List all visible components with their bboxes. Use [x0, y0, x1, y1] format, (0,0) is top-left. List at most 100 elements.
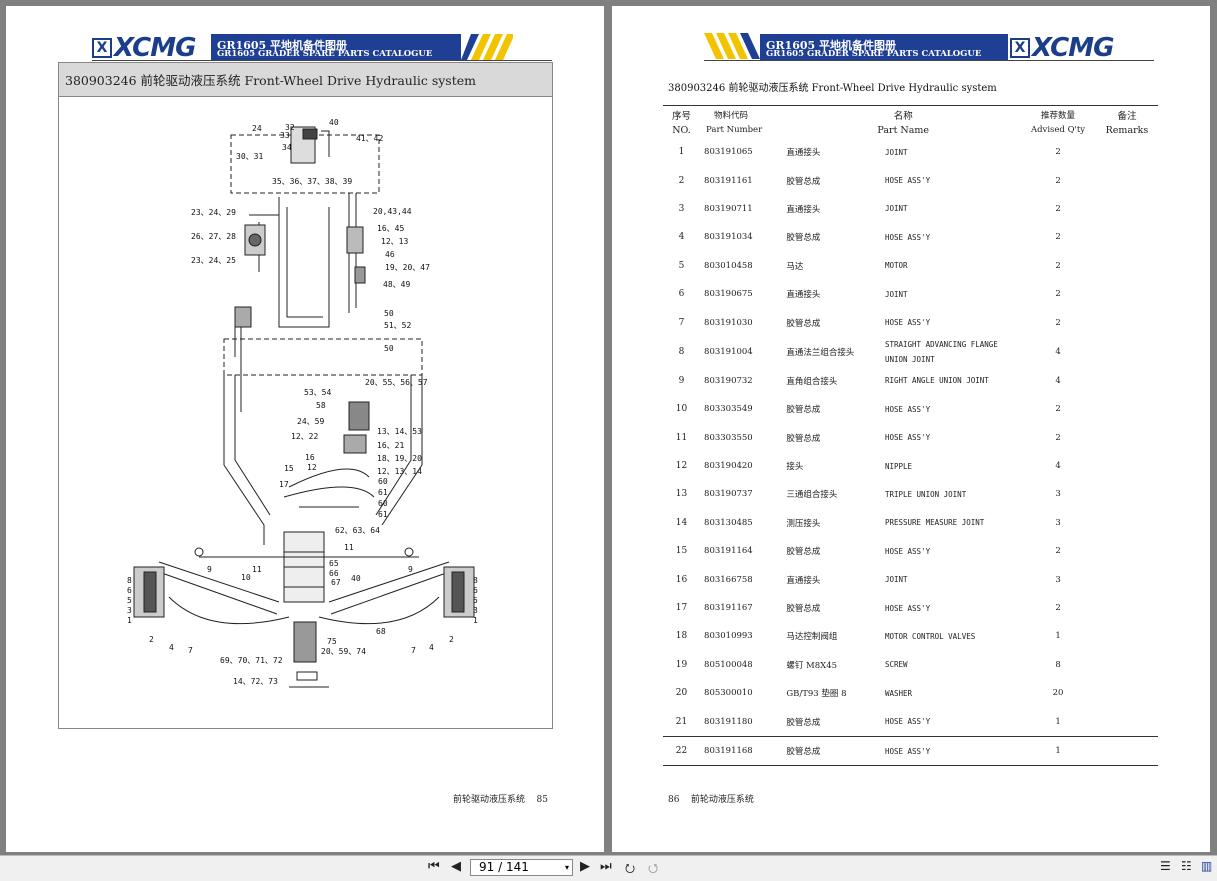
cell-qty: 4 [1055, 461, 1061, 472]
cell-qty: 2 [1055, 232, 1061, 243]
cell-en: TRIPLE UNION JOINT [884, 489, 967, 499]
diagram-callout-label: 69、70、71、72 [220, 656, 283, 665]
cell-en: JOINT [884, 147, 908, 157]
diagram-callout-label: 30、31 [236, 152, 263, 161]
diagram-callout-label: 68 [376, 627, 386, 636]
table-row: 9 803190732 直角组合接头 RIGHT ANGLE UNION JOINT 4 [663, 367, 1158, 395]
diagram-callout-label: 4 [429, 643, 434, 652]
cell-no: 13 [675, 489, 688, 500]
cell-qty: 2 [1055, 260, 1061, 271]
first-page-icon[interactable]: ⏮ [428, 859, 440, 874]
left-page: X XCMG GR1605 平地机备件图册 GR1605 GRADER SPAR… [6, 6, 604, 852]
diagram-callout-label: 23、24、25 [191, 256, 236, 265]
cell-remarks [1096, 280, 1158, 308]
table-row: 19 805100048 螺钉 M8X45 SCREW 8 [663, 651, 1158, 679]
rotate-icon[interactable]: ⭮ [625, 859, 635, 880]
cell-no: 3 [678, 203, 685, 214]
diagram-callout-label: 20、55、56、57 [365, 378, 428, 387]
parts-table: 序号 物料代码 名称 推荐数量 备注 NO. Part Number Part … [663, 105, 1158, 766]
diagram-callout-label: 62、63、64 [335, 526, 380, 535]
cell-no: 14 [675, 517, 688, 528]
table-row: 16 803166758 直通接头 JOINT 3 [663, 565, 1158, 593]
page-number-input[interactable]: 91 / 141 ▾ [470, 859, 573, 876]
diagram-callout-label: 60 [378, 477, 388, 486]
cell-qty: 2 [1055, 546, 1061, 557]
table-row: 22 803191168 胶管总成 HOSE ASS'Y 1 [663, 736, 1158, 766]
cell-qty: 2 [1055, 147, 1061, 158]
col-pn-cn: 物料代码 [714, 111, 749, 121]
cell-qty: 2 [1055, 432, 1061, 443]
diagram-callout-label: 5 [473, 596, 478, 605]
xcmg-logo: X XCMG [1010, 33, 1114, 63]
diagram-callout-label: 16、21 [377, 441, 404, 450]
xcmg-mark-icon: X [1010, 38, 1030, 58]
diagram-callout-label: 58 [316, 401, 326, 410]
cell-pn: 803190732 [704, 375, 753, 386]
cell-qty: 2 [1055, 603, 1061, 614]
table-row: 6 803190675 直通接头 JOINT 2 [663, 280, 1158, 308]
diagram-callout-label: 50 [384, 344, 394, 353]
cell-remarks [1096, 565, 1158, 593]
cell-remarks [1096, 452, 1158, 480]
diagram-callout-label: 61 [378, 488, 388, 497]
diagram-callout-label: 2 [149, 635, 154, 644]
next-page-icon[interactable]: ▶ [580, 859, 590, 874]
prev-page-icon[interactable]: ◀ [451, 859, 461, 874]
table-row: 17 803191167 胶管总成 HOSE ASS'Y 2 [663, 594, 1158, 622]
header-stripes-icon [704, 33, 760, 59]
cell-cn: 胶管总成 [786, 318, 821, 329]
cell-qty: 8 [1055, 659, 1061, 670]
hydraulic-schematic: 24 323330、31344041、4235、36、37、38、3923、24、… [127, 118, 478, 688]
cell-remarks [1096, 622, 1158, 650]
diagram-callout-label: 65 [329, 559, 339, 568]
cell-pn: 803191065 [704, 147, 753, 158]
diagram-callout-label: 53、54 [304, 388, 331, 397]
last-page-icon[interactable]: ⏭ [600, 859, 612, 874]
cell-cn: 螺钉 M8X45 [786, 660, 838, 671]
diagram-callout-label: 60 [378, 499, 388, 508]
diagram-callout-label: 20,43,44 [373, 207, 412, 216]
diagram-callout-label: 16、45 [377, 224, 404, 233]
table-row: 14 803130485 测压接头 PRESSURE MEASURE JOINT 3 [663, 509, 1158, 537]
cell-qty: 4 [1055, 375, 1061, 386]
cell-remarks [1096, 537, 1158, 565]
cell-en: HOSE ASS'Y [884, 746, 931, 756]
hydraulic-diagram: 24 32 33 30、31 34 40 41、42 35、36、37、38、39 23、24、… [58, 97, 553, 729]
cell-en: JOINT [884, 204, 908, 214]
chevron-down-icon[interactable]: ▾ [565, 860, 569, 875]
two-page-view-icon[interactable]: ▥ [1201, 859, 1212, 873]
diagram-callout-label: 1 [127, 616, 132, 625]
cell-en: WASHER [884, 688, 913, 698]
cell-pn: 803010993 [704, 631, 753, 642]
cell-cn: 直通接头 [786, 575, 821, 586]
cell-remarks [1096, 367, 1158, 395]
cell-no: 19 [675, 659, 688, 670]
diagram-callout-label: 12、22 [291, 432, 318, 441]
cell-en: JOINT [884, 289, 908, 299]
cell-pn: 803191034 [704, 232, 753, 243]
rotate-back-icon[interactable]: ⭯ [648, 859, 658, 880]
cell-en: HOSE ASS'Y [884, 717, 931, 727]
cell-cn: 胶管总成 [786, 547, 821, 558]
cell-pn: 805300010 [704, 688, 753, 699]
table-row: 21 803191180 胶管总成 HOSE ASS'Y 1 [663, 707, 1158, 736]
col-rm-en: Remarks [1105, 124, 1149, 136]
logo-text: XCMG [1032, 33, 1114, 63]
diagram-callout-label: 33 [280, 131, 290, 140]
diagram-callout-label: 40 [329, 118, 339, 127]
table-row: 15 803191164 胶管总成 HOSE ASS'Y 2 [663, 537, 1158, 565]
diagram-callout-label: 75 [327, 637, 337, 646]
continuous-view-icon[interactable]: ☷ [1181, 859, 1192, 873]
xcmg-mark-icon: X [92, 38, 112, 58]
diagram-callout-label: 4 [169, 643, 174, 652]
diagram-callout-label: 24 [252, 124, 262, 133]
cell-cn: 胶管总成 [786, 717, 821, 728]
cell-remarks [1096, 736, 1158, 765]
header-title-en: GR1605 GRADER SPARE PARTS CATALOGUE [217, 49, 433, 59]
diagram-callout-label: 24、59 [297, 417, 324, 426]
diagram-callout-label: 11 [252, 565, 262, 574]
header-title-bar: GR1605 平地机备件图册 GR1605 GRADER SPARE PARTS… [760, 34, 1008, 60]
single-page-view-icon[interactable]: ☰ [1160, 859, 1171, 873]
cell-pn: 805100048 [704, 659, 753, 670]
diagram-callout-label: 48、49 [383, 280, 410, 289]
